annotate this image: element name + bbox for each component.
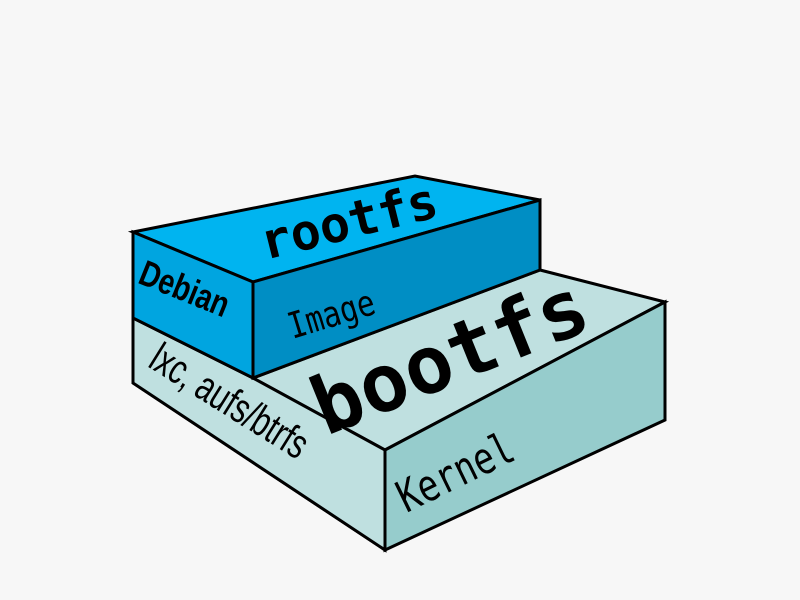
layer-diagram: rootfs Debian Image bootfs lxc, aufs/btr…: [127, 172, 670, 553]
